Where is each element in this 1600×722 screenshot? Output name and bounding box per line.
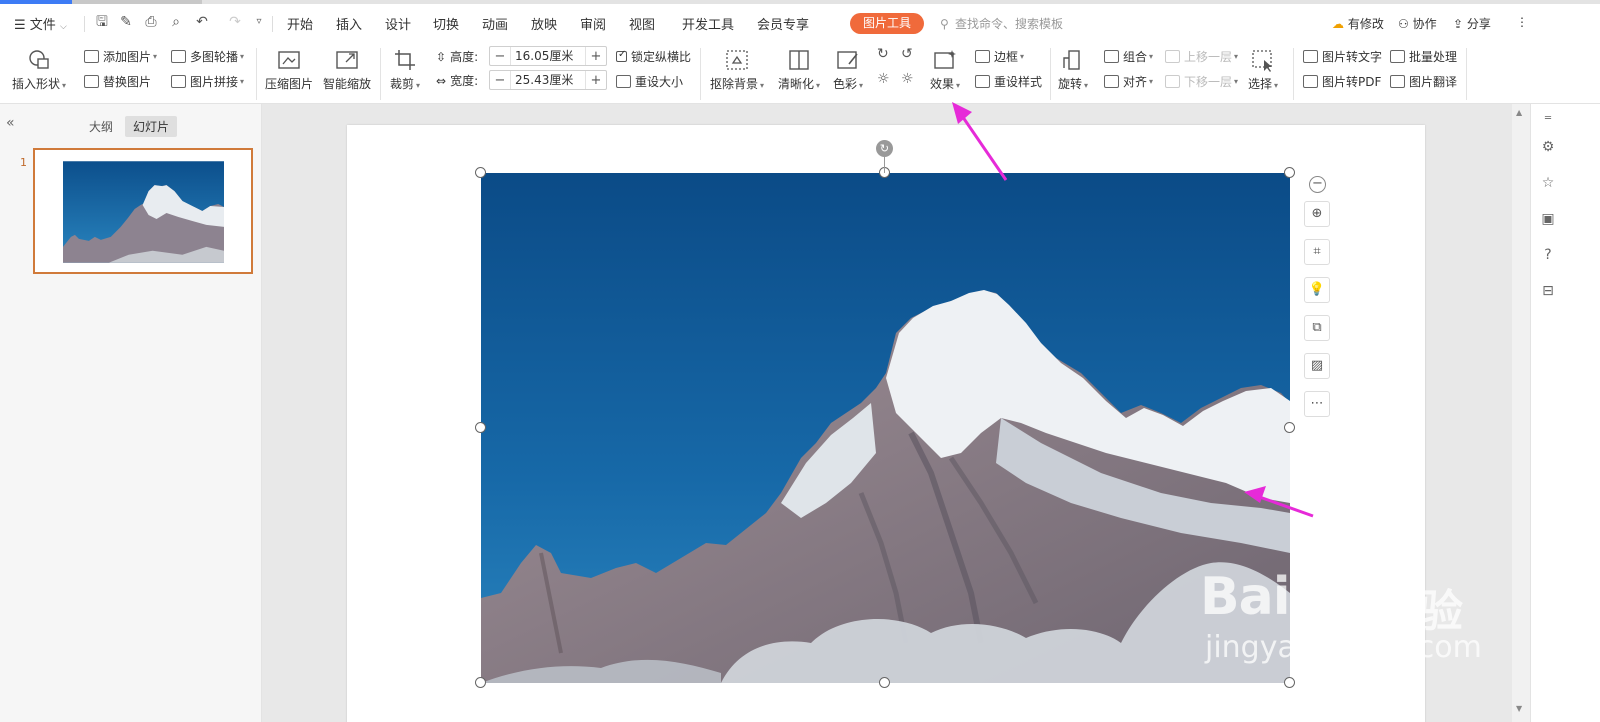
annotation-arrows — [952, 102, 1314, 518]
wps-presentation-window: ☰ 文件 ⌵ 🖫 ✎ ⎙ ⌕ ↶ ↷ ▿ 开始 插入 设计 切换 动画 放映 审… — [0, 0, 1600, 722]
watermark-url: jingyan.baidu.com — [1205, 630, 1482, 665]
watermark-brand: Bai — [1200, 567, 1291, 627]
